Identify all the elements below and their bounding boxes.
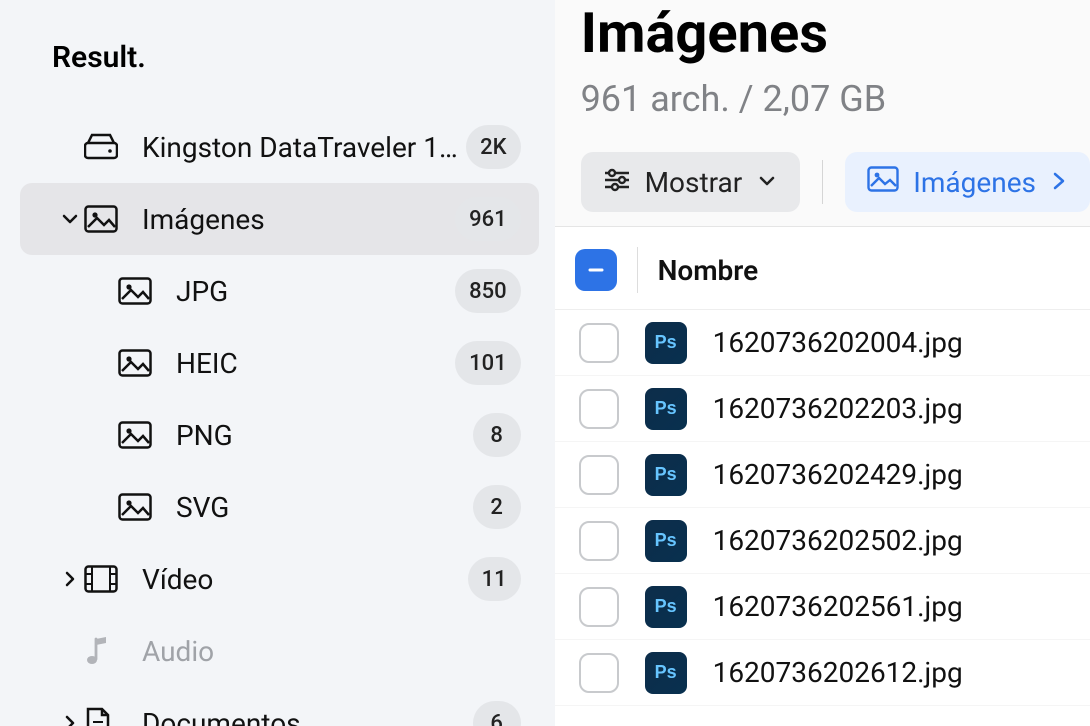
- divider: [637, 247, 638, 293]
- file-name: 1620736202502.jpg: [713, 524, 963, 557]
- file-row[interactable]: Ps 1620736202612.jpg: [555, 640, 1090, 706]
- tree-item-label: SVG: [176, 491, 473, 524]
- video-icon: [84, 565, 122, 593]
- photoshop-file-icon: Ps: [645, 586, 687, 628]
- tree-item-device[interactable]: Kingston DataTraveler 16… 2K: [20, 111, 539, 183]
- row-checkbox[interactable]: [579, 389, 619, 429]
- photoshop-file-icon: Ps: [645, 322, 687, 364]
- file-row[interactable]: Ps 1620736202004.jpg: [555, 310, 1090, 376]
- sliders-icon: [603, 166, 631, 199]
- photoshop-file-icon: Ps: [645, 388, 687, 430]
- tree-item-label: HEIC: [176, 347, 455, 380]
- document-icon: [84, 707, 122, 726]
- count-badge: 2: [473, 485, 521, 529]
- count-badge: 6: [473, 701, 521, 726]
- tree-item-video[interactable]: Vídeo 11: [20, 543, 539, 615]
- count-badge: 8: [473, 413, 521, 457]
- image-icon: [118, 349, 156, 377]
- tree-item-label: Vídeo: [142, 563, 468, 596]
- chevron-right-icon[interactable]: [56, 569, 84, 589]
- tree-item-png[interactable]: PNG 8: [20, 399, 539, 471]
- filter-images-button[interactable]: Imágenes: [845, 152, 1090, 212]
- tree-item-audio[interactable]: Audio: [20, 615, 539, 687]
- tree-item-documents[interactable]: Documentos 6: [20, 687, 539, 726]
- image-icon: [118, 277, 156, 305]
- main-header: Imágenes 961 arch. / 2,07 GB Mostrar: [555, 0, 1090, 227]
- file-name: 1620736202004.jpg: [713, 326, 963, 359]
- row-checkbox[interactable]: [579, 587, 619, 627]
- tree: Kingston DataTraveler 16… 2K Imágenes 96…: [0, 111, 555, 726]
- tree-item-svg[interactable]: SVG 2: [20, 471, 539, 543]
- row-checkbox[interactable]: [579, 521, 619, 561]
- chevron-down-icon: [756, 166, 778, 199]
- image-icon: [118, 493, 156, 521]
- file-name: 1620736202612.jpg: [713, 656, 963, 689]
- count-badge: 101: [455, 341, 521, 385]
- file-row[interactable]: Ps 1620736202561.jpg: [555, 574, 1090, 640]
- tree-item-images[interactable]: Imágenes 961: [20, 183, 539, 255]
- row-checkbox[interactable]: [579, 653, 619, 693]
- show-button-label: Mostrar: [645, 166, 743, 199]
- chevron-right-icon[interactable]: [56, 713, 84, 726]
- image-icon: [84, 205, 122, 233]
- tree-item-label: PNG: [176, 419, 473, 452]
- row-checkbox[interactable]: [579, 455, 619, 495]
- tree-item-label: JPG: [176, 275, 455, 308]
- tree-item-heic[interactable]: HEIC 101: [20, 327, 539, 399]
- count-badge: 2K: [466, 125, 520, 169]
- image-icon: [867, 166, 899, 199]
- file-row[interactable]: Ps 1620736202502.jpg: [555, 508, 1090, 574]
- main-panel: Imágenes 961 arch. / 2,07 GB Mostrar: [555, 0, 1090, 726]
- photoshop-file-icon: Ps: [645, 520, 687, 562]
- chevron-right-icon: [1050, 166, 1068, 199]
- count-badge: 961: [455, 197, 521, 241]
- audio-icon: [84, 635, 122, 667]
- image-icon: [118, 421, 156, 449]
- page-subtitle: 961 arch. / 2,07 GB: [581, 78, 1090, 120]
- count-badge: 11: [468, 557, 521, 601]
- result-label: Result.: [52, 40, 555, 75]
- file-area: Nombre Ps 1620736202004.jpg Ps 162073620220…: [555, 227, 1090, 726]
- file-name: 1620736202561.jpg: [713, 590, 963, 623]
- tree-item-label: Documentos: [142, 707, 473, 726]
- select-all-checkbox[interactable]: [575, 249, 617, 291]
- row-checkbox[interactable]: [579, 323, 619, 363]
- divider: [822, 160, 823, 204]
- sidebar: Result. Kingston DataTraveler 16… 2K Imá…: [0, 0, 555, 726]
- show-button[interactable]: Mostrar: [581, 152, 801, 212]
- file-row[interactable]: Ps 1620736202429.jpg: [555, 442, 1090, 508]
- toolbar: Mostrar Imágenes: [555, 152, 1090, 226]
- photoshop-file-icon: Ps: [645, 454, 687, 496]
- file-row[interactable]: Ps 1620736202203.jpg: [555, 376, 1090, 442]
- file-name: 1620736202429.jpg: [713, 458, 963, 491]
- filter-button-label: Imágenes: [913, 166, 1036, 199]
- tree-item-label: Audio: [142, 635, 521, 668]
- tree-item-label: Imágenes: [142, 203, 455, 236]
- tree-item-jpg[interactable]: JPG 850: [20, 255, 539, 327]
- file-list: Ps1620736202004.jpgPs1620736202203.jpgPs…: [555, 310, 1090, 706]
- tree-item-label: Kingston DataTraveler 16…: [142, 131, 466, 164]
- column-header-name[interactable]: Nombre: [658, 254, 759, 287]
- photoshop-file-icon: Ps: [645, 652, 687, 694]
- chevron-down-icon[interactable]: [56, 209, 84, 229]
- file-name: 1620736202203.jpg: [713, 392, 963, 425]
- table-header: Nombre: [555, 227, 1090, 310]
- hard-drive-icon: [84, 133, 122, 161]
- count-badge: 850: [455, 269, 521, 313]
- page-title: Imágenes: [581, 0, 1090, 66]
